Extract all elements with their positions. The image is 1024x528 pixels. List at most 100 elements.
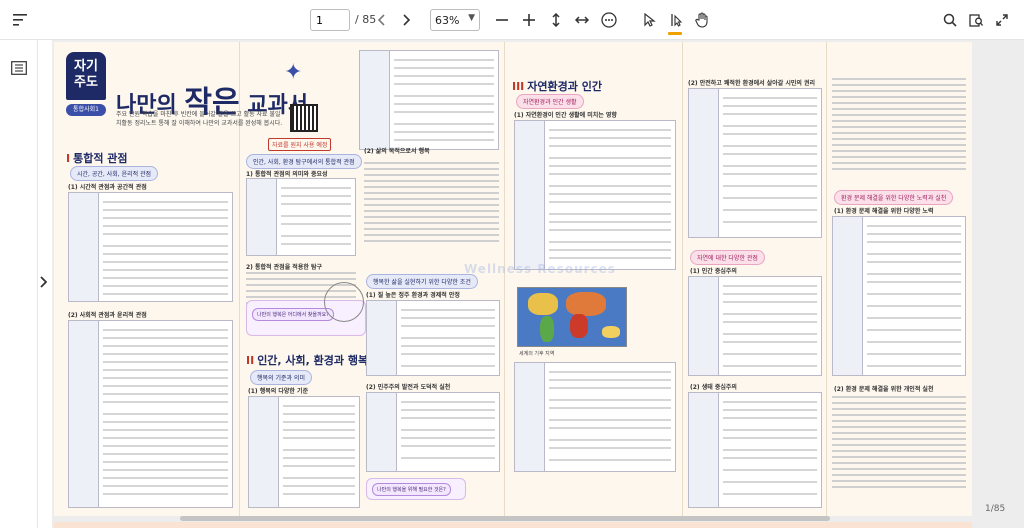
table-header-cell <box>69 321 99 507</box>
activity-bar: 나만의 행복은 어디에서 찾을까요? <box>252 308 334 321</box>
chevron-left-icon[interactable] <box>373 8 389 32</box>
topic-pill: 행복한 삶을 실현하기 위한 다양한 조건 <box>366 274 478 289</box>
star-icon: ✦ <box>284 60 303 85</box>
thumbnails-icon[interactable] <box>966 8 986 32</box>
search-icon[interactable] <box>940 8 960 32</box>
summary-table <box>514 120 676 270</box>
summary-table <box>366 392 500 472</box>
table-header-cell <box>689 393 719 507</box>
summary-table <box>366 300 500 376</box>
summary-table <box>68 192 233 302</box>
table-header-cell <box>689 89 719 237</box>
activity-bar: 나만의 행복을 위해 필요한 것은? <box>372 483 451 496</box>
subheading: (1) 행복의 다양한 기준 <box>248 388 309 395</box>
table-header-cell <box>515 363 545 471</box>
plus-icon[interactable] <box>519 8 539 32</box>
menu-icon[interactable] <box>8 8 32 32</box>
column-divider <box>826 42 827 516</box>
summary-table <box>248 396 360 508</box>
fullscreen-icon[interactable] <box>992 8 1012 32</box>
qr-code[interactable] <box>290 104 318 132</box>
table-header-cell <box>247 179 277 255</box>
subheading: (2) 안전하고 쾌적한 환경에서 살아갈 시민의 권리 <box>688 80 816 87</box>
summary-table <box>688 392 822 508</box>
more-icon[interactable] <box>598 8 620 32</box>
summary-table <box>68 320 233 508</box>
subheading: (2) 환경 문제 해결을 위한 개인적 실천 <box>834 386 934 393</box>
minus-icon[interactable] <box>492 8 512 32</box>
subheading: (2) 삶의 목적으로서 행복 <box>364 148 430 155</box>
pdf-page: 자기 주도 통합사회1 나만의 작은 교과서 ✦ 주요 단원 학습을 마친 후 … <box>54 42 972 516</box>
body-text <box>832 396 966 492</box>
summary-table <box>246 178 356 256</box>
summary-table <box>832 216 966 376</box>
chevron-right-icon[interactable] <box>399 8 415 32</box>
badge-line-1: 자기 <box>74 59 98 74</box>
table-header-cell <box>360 51 390 149</box>
diagram-circle <box>324 282 364 322</box>
topic-pill: 자연환경과 인간 생활 <box>516 94 584 109</box>
section-3-label: 자연환경과 인간 <box>527 80 602 93</box>
subheading: (1) 인간 중심주의 <box>690 268 737 275</box>
watermark: Wellness Resources <box>464 262 616 276</box>
subheading: (1) 시간적 관점과 공간적 관점 <box>68 184 147 191</box>
subheading: (2) 사회적 관점과 윤리적 관점 <box>68 312 147 319</box>
section-2-number: II <box>246 354 255 367</box>
section-2-label: 인간, 사회, 환경과 행복 <box>257 354 369 367</box>
subheading: 1) 통합적 관점의 의미와 중요성 <box>246 171 328 178</box>
self-directed-badge: 자기 주도 <box>66 52 106 100</box>
intro-text: 주요 단원 학습을 마친 후 빈칸에 들어갈 말을 쓰고 활동 자료 불일치활동… <box>116 111 283 127</box>
topic-pill: 환경 문제 해결을 위한 다양한 노력과 실천 <box>834 190 954 205</box>
badge-line-2: 주도 <box>74 75 98 90</box>
topic-pill: 행복의 기준과 의미 <box>250 370 312 385</box>
chevron-down-icon: ▼ <box>468 13 475 23</box>
table-header-cell <box>367 393 397 471</box>
table-header-cell <box>69 193 99 301</box>
subheading: 2) 통합적 관점을 적용한 탐구 <box>246 264 322 271</box>
subheading: (2) 생태 중심주의 <box>690 384 737 391</box>
document-viewport[interactable]: 자기 주도 통합사회1 나만의 작은 교과서 ✦ 주요 단원 학습을 마친 후 … <box>52 40 1024 528</box>
page-counter: 1/85 <box>985 504 1006 514</box>
body-text <box>364 162 499 246</box>
summary-table <box>359 50 499 150</box>
outline-icon[interactable] <box>11 60 27 75</box>
horizontal-scrollbar[interactable] <box>180 516 830 521</box>
expand-sidebar-icon[interactable] <box>40 276 48 291</box>
section-1-number: I <box>66 152 71 165</box>
column-divider <box>504 42 505 516</box>
table-header-cell <box>249 397 279 507</box>
topic-pill: 시간, 공간, 사회, 윤리적 관점 <box>70 166 159 181</box>
page-number-input[interactable] <box>310 9 350 31</box>
column-divider <box>682 42 683 516</box>
section-3-number: III <box>512 80 525 93</box>
source-tag: 자료를 원지 사용 예정 <box>268 138 332 151</box>
hand-icon[interactable] <box>692 8 712 32</box>
map-caption: 세계의 기후 지역 <box>519 351 555 357</box>
table-header-cell <box>367 301 397 375</box>
pdf-page-next <box>54 522 972 528</box>
subheading: (1) 환경 문제 해결을 위한 다양한 노력 <box>834 208 934 215</box>
subject-badge: 통합사회1 <box>66 104 106 116</box>
text-select-icon[interactable] <box>666 8 686 32</box>
world-climate-map <box>517 287 627 347</box>
table-header-cell <box>515 121 545 269</box>
summary-table <box>514 362 676 472</box>
pointer-icon[interactable] <box>640 8 660 32</box>
topic-pill: 자연에 대한 다양한 관점 <box>690 250 765 265</box>
fit-height-icon[interactable] <box>546 8 566 32</box>
zoom-select[interactable]: 63% ▼ <box>430 9 480 31</box>
section-2-title: II 인간, 사회, 환경과 행복 <box>246 352 368 368</box>
zoom-value: 63% <box>435 13 460 27</box>
active-tool-indicator <box>668 32 682 35</box>
left-sidebar <box>0 40 38 528</box>
table-header-cell <box>689 277 719 375</box>
section-1-label: 통합적 관점 <box>73 152 128 165</box>
fit-width-icon[interactable] <box>572 8 592 32</box>
toolbar: / 85 63% ▼ <box>0 0 1024 40</box>
topic-pill: 인간, 사회, 환경 탐구에서의 통합적 관점 <box>246 154 362 169</box>
body-text <box>832 78 966 174</box>
subheading: (1) 자연환경이 인간 생활에 미치는 영향 <box>514 112 617 119</box>
subheading: (2) 민주주의 발전과 도덕적 실천 <box>366 384 451 391</box>
summary-table <box>688 88 822 238</box>
subheading: (1) 질 높은 정주 환경과 경제적 안정 <box>366 292 460 299</box>
